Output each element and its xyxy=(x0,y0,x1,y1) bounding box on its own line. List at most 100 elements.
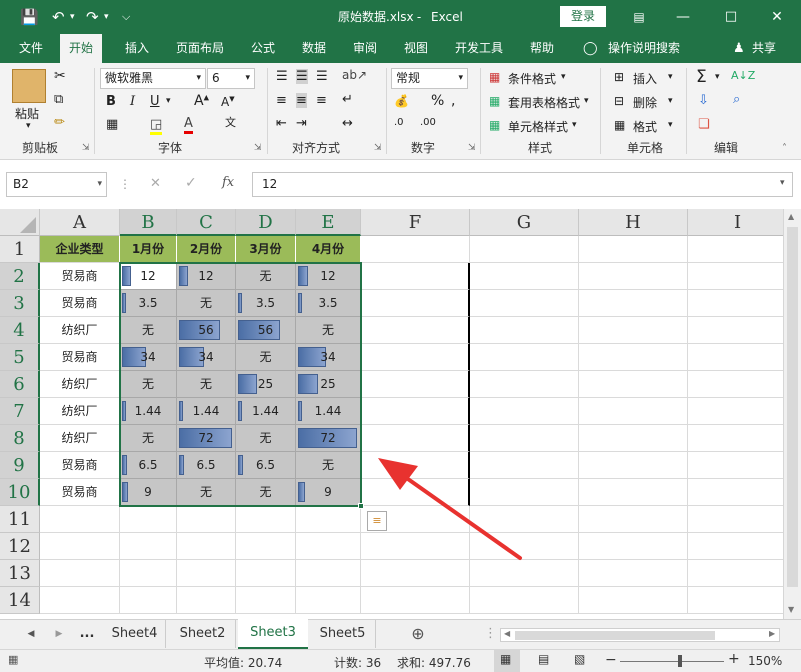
column-header-c[interactable]: C xyxy=(177,209,236,236)
cell-i5[interactable] xyxy=(688,344,783,371)
number-format-select[interactable]: 常规 ▾ xyxy=(391,68,468,89)
cell-styles-icon[interactable]: ▦ xyxy=(489,118,500,132)
fill-icon[interactable]: ⇩ xyxy=(698,93,709,108)
bold-icon[interactable]: B xyxy=(106,94,116,109)
cell-h13[interactable] xyxy=(579,560,688,587)
page-break-view-icon[interactable]: ▧ xyxy=(574,652,585,666)
clipboard-launcher-icon[interactable]: ⇲ xyxy=(82,143,90,153)
cell-i1[interactable] xyxy=(688,236,783,263)
chevron-down-icon[interactable]: ▾ xyxy=(668,72,673,82)
cell-c3[interactable]: 无 xyxy=(177,290,236,317)
row-header-13[interactable]: 13 xyxy=(0,560,40,587)
person-icon[interactable]: ♟ xyxy=(733,34,745,63)
cell-h7[interactable] xyxy=(579,398,688,425)
insert-cells-icon[interactable]: ⊞ xyxy=(614,70,624,84)
cell-c8[interactable]: 72 xyxy=(177,425,236,452)
cell-i3[interactable] xyxy=(688,290,783,317)
cell-f4[interactable] xyxy=(361,317,470,344)
row-header-10[interactable]: 10 xyxy=(0,479,40,506)
column-header-d[interactable]: D xyxy=(236,209,296,236)
cell-g14[interactable] xyxy=(470,587,579,614)
font-name-select[interactable]: 微软雅黑 ▾ xyxy=(100,68,206,89)
row-header-7[interactable]: 7 xyxy=(0,398,40,425)
cancel-icon[interactable]: ✕ xyxy=(150,176,161,191)
cell-d7[interactable]: 1.44 xyxy=(236,398,296,425)
more-sheets-button[interactable]: ... xyxy=(74,620,100,648)
add-sheet-icon[interactable]: ⊕ xyxy=(408,620,428,648)
cell-f1[interactable] xyxy=(361,236,470,263)
ribbon-display-icon[interactable]: ▤ xyxy=(624,0,654,34)
vertical-scrollbar[interactable]: ▲ ▼ xyxy=(783,209,801,619)
conditional-format-button[interactable]: 条件格式 xyxy=(508,70,556,87)
paste-icon[interactable] xyxy=(12,69,46,103)
cell-e3[interactable]: 3.5 xyxy=(296,290,361,317)
cell-d8[interactable]: 无 xyxy=(236,425,296,452)
cell-d10[interactable]: 无 xyxy=(236,479,296,506)
cell-e14[interactable] xyxy=(296,587,361,614)
cell-f6[interactable] xyxy=(361,371,470,398)
column-header-i[interactable]: I xyxy=(688,209,783,236)
format-painter-icon[interactable]: ✏ xyxy=(54,115,65,130)
merge-center-icon[interactable]: ↔ xyxy=(342,116,353,131)
cell-b10[interactable]: 9 xyxy=(120,479,177,506)
cell-i14[interactable] xyxy=(688,587,783,614)
decrease-decimal-icon[interactable]: .00 xyxy=(420,117,436,128)
orientation-icon[interactable]: ab↗ xyxy=(342,68,367,82)
formula-input[interactable]: 12 xyxy=(252,172,793,197)
chevron-down-icon[interactable]: ▾ xyxy=(668,120,673,130)
italic-icon[interactable]: I xyxy=(130,94,135,109)
cell-a8[interactable]: 纺织厂 xyxy=(40,425,120,452)
column-header-e[interactable]: E xyxy=(296,209,361,236)
copy-icon[interactable]: ⧉ xyxy=(54,92,63,107)
cell-i11[interactable] xyxy=(688,506,783,533)
cell-a11[interactable] xyxy=(40,506,120,533)
row-header-14[interactable]: 14 xyxy=(0,587,40,614)
cell-a7[interactable]: 纺织厂 xyxy=(40,398,120,425)
tab-splitter-icon[interactable]: ⋮ xyxy=(484,620,497,648)
close-icon[interactable]: ✕ xyxy=(762,0,792,34)
cell-styles-button[interactable]: 单元格样式 xyxy=(508,118,568,135)
next-sheet-icon[interactable]: ▶ xyxy=(52,620,66,648)
cell-b14[interactable] xyxy=(120,587,177,614)
tab-help[interactable]: 帮助 xyxy=(530,34,554,63)
cell-a14[interactable] xyxy=(40,587,120,614)
tab-data[interactable]: 数据 xyxy=(302,34,326,63)
cell-e2[interactable]: 12 xyxy=(296,263,361,290)
select-all-corner[interactable] xyxy=(0,209,40,236)
cell-g7[interactable] xyxy=(470,398,579,425)
wrap-text-icon[interactable]: ↵ xyxy=(342,92,353,107)
cell-d11[interactable] xyxy=(236,506,296,533)
cell-h8[interactable] xyxy=(579,425,688,452)
cell-d4[interactable]: 56 xyxy=(236,317,296,344)
underline-dropdown-icon[interactable]: ▾ xyxy=(166,96,171,106)
login-button[interactable]: 登录 xyxy=(560,6,606,27)
paste-dropdown-icon[interactable]: ▾ xyxy=(26,121,31,131)
scroll-down-icon[interactable]: ▼ xyxy=(788,605,794,614)
fill-color-icon[interactable]: ◲ xyxy=(150,117,163,135)
tab-view[interactable]: 视图 xyxy=(404,34,428,63)
cell-a6[interactable]: 纺织厂 xyxy=(40,371,120,398)
collapse-ribbon-icon[interactable]: ˄ xyxy=(782,143,787,154)
chevron-down-icon[interactable]: ▾ xyxy=(572,120,577,130)
cell-a3[interactable]: 贸易商 xyxy=(40,290,120,317)
cell-g4[interactable] xyxy=(470,317,579,344)
number-launcher-icon[interactable]: ⇲ xyxy=(468,143,476,153)
font-launcher-icon[interactable]: ⇲ xyxy=(254,143,262,153)
column-header-g[interactable]: G xyxy=(470,209,579,236)
cell-b9[interactable]: 6.5 xyxy=(120,452,177,479)
cell-f3[interactable] xyxy=(361,290,470,317)
cell-d2[interactable]: 无 xyxy=(236,263,296,290)
align-middle-icon[interactable]: ☰ xyxy=(296,69,308,84)
cell-b4[interactable]: 无 xyxy=(120,317,177,344)
row-header-11[interactable]: 11 xyxy=(0,506,40,533)
cell-e6[interactable]: 25 xyxy=(296,371,361,398)
cell-c7[interactable]: 1.44 xyxy=(177,398,236,425)
chevron-down-icon[interactable]: ▾ xyxy=(668,96,673,106)
chevron-down-icon[interactable]: ▾ xyxy=(561,72,566,82)
cell-i7[interactable] xyxy=(688,398,783,425)
decrease-font-icon[interactable]: A▼ xyxy=(221,95,235,109)
share-button[interactable]: 共享 xyxy=(752,34,776,63)
row-header-3[interactable]: 3 xyxy=(0,290,40,317)
row-header-2[interactable]: 2 xyxy=(0,263,40,290)
cell-e11[interactable] xyxy=(296,506,361,533)
